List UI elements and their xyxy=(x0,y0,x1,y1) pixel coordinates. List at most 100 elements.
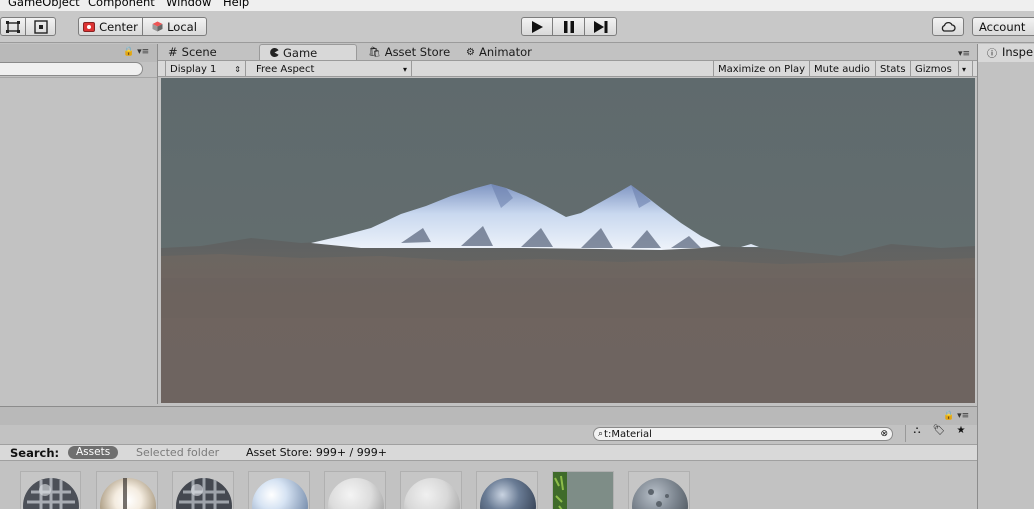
toolbar-spacer xyxy=(158,61,166,77)
transform-icon xyxy=(33,19,48,34)
aspect-dropdown[interactable]: Free Aspect ▾ xyxy=(252,61,412,77)
mute-audio-toggle[interactable]: Mute audio xyxy=(810,61,876,77)
white-sphere-icon xyxy=(328,478,384,509)
cube-icon xyxy=(152,21,163,32)
play-icon xyxy=(532,20,543,33)
transform-tool-button[interactable] xyxy=(26,17,56,36)
rock-sphere-icon xyxy=(632,478,688,509)
tab-animator[interactable]: ⚙ Animator xyxy=(466,44,532,60)
game-viewport[interactable] xyxy=(161,78,975,403)
rect-tool-button[interactable] xyxy=(0,17,26,36)
hierarchy-panel: 🔒 ▾≡ xyxy=(0,44,157,404)
clear-search-icon[interactable]: ⊗ xyxy=(880,429,888,439)
gizmos-label: Gizmos xyxy=(915,63,952,75)
tab-asset-store[interactable]: 🛍 Asset Store xyxy=(368,44,450,60)
hierarchy-lock-icon[interactable]: 🔒 ▾≡ xyxy=(123,47,149,57)
tab-asset-store-label: Asset Store xyxy=(384,45,451,59)
material-thumbnail[interactable] xyxy=(400,471,462,509)
material-grid xyxy=(0,461,977,509)
step-button[interactable] xyxy=(585,17,617,36)
project-panel: 🔒 ▾≡ ⌕ t:Material ⊗ ⛬ 🏷 ★ Search: Assets… xyxy=(0,406,977,509)
grid-icon: # xyxy=(168,45,178,59)
scope-assets-button[interactable]: Assets xyxy=(68,446,119,459)
inspector-tab-label: Inspe xyxy=(1002,45,1034,59)
hierarchy-list[interactable] xyxy=(0,77,157,404)
menu-window[interactable]: Window xyxy=(166,0,211,9)
pause-button[interactable] xyxy=(553,17,585,36)
search-scope-bar: Search: Assets Selected folder Asset Sto… xyxy=(0,444,977,461)
gizmos-dropdown[interactable]: ▾ xyxy=(959,61,973,77)
scope-selected-folder-button[interactable]: Selected folder xyxy=(136,446,219,459)
bag-icon: 🛍 xyxy=(368,46,381,58)
material-thumbnail[interactable] xyxy=(628,471,690,509)
chevron-down-icon: ▾ xyxy=(402,64,407,74)
tab-game-label: Game xyxy=(283,45,318,60)
highlight-sphere-icon xyxy=(100,478,156,509)
rect-transform-icon xyxy=(6,20,20,33)
project-lock-icon[interactable]: 🔒 ▾≡ xyxy=(943,411,969,421)
account-button[interactable]: Account xyxy=(972,17,1034,36)
menu-gameobject[interactable]: GameObject xyxy=(8,0,80,9)
material-thumbnail[interactable] xyxy=(476,471,538,509)
maximize-label: Maximize on Play xyxy=(718,63,806,75)
metal-sphere-icon xyxy=(23,478,79,509)
step-icon xyxy=(593,20,607,33)
tab-animator-label: Animator xyxy=(478,45,532,59)
menu-component[interactable]: Component xyxy=(88,0,155,9)
hierarchy-header: 🔒 ▾≡ xyxy=(0,44,157,62)
project-filter-buttons: ⛬ 🏷 ★ xyxy=(905,425,973,442)
menu-help[interactable]: Help xyxy=(223,0,249,9)
dark-blue-sphere-icon xyxy=(480,478,536,509)
inspector-panel: ⓘ Inspe xyxy=(977,44,1034,509)
menu-bar: GameObject Component Window Help xyxy=(0,0,1034,11)
aspect-label: Free Aspect xyxy=(256,63,315,75)
mountain-scene xyxy=(161,78,975,403)
game-view-menu-icon[interactable]: ▾≡ xyxy=(958,49,970,59)
stats-toggle[interactable]: Stats xyxy=(876,61,911,77)
favorite-star-icon[interactable]: ★ xyxy=(950,425,972,442)
project-search-value: t:Material xyxy=(604,428,652,440)
cloud-icon xyxy=(941,21,956,32)
material-thumbnail[interactable] xyxy=(552,471,614,509)
pivot-label: Center xyxy=(99,19,138,34)
scope-asset-store-button[interactable]: Asset Store: 999+ / 999+ xyxy=(246,446,387,459)
display-label: Display 1 xyxy=(170,63,217,75)
play-button[interactable] xyxy=(521,17,553,36)
pause-icon xyxy=(563,20,574,33)
tab-game[interactable]: Game xyxy=(259,44,357,60)
updown-icon: ⇕ xyxy=(234,64,241,74)
info-icon: ⓘ xyxy=(987,49,997,60)
filter-type-icon[interactable]: ⛬ xyxy=(906,425,928,442)
maximize-on-play-toggle[interactable]: Maximize on Play xyxy=(713,61,810,77)
tab-scene[interactable]: # Scene xyxy=(168,44,217,60)
white-sphere-icon xyxy=(404,478,460,509)
rotation-local-button[interactable]: Local xyxy=(143,17,207,36)
metal-sphere-icon xyxy=(176,478,232,509)
stats-label: Stats xyxy=(880,63,906,75)
hierarchy-search-input[interactable] xyxy=(0,62,143,76)
mute-label: Mute audio xyxy=(814,63,870,75)
project-search-input[interactable]: ⌕ t:Material ⊗ xyxy=(593,427,893,441)
material-thumbnail[interactable] xyxy=(20,471,81,509)
material-thumbnail[interactable] xyxy=(172,471,234,509)
chevron-down-icon: ▾ xyxy=(962,64,967,74)
display-dropdown[interactable]: Display 1 ⇕ xyxy=(166,61,246,77)
game-toolbar: Display 1 ⇕ Free Aspect ▾ Maximize on Pl… xyxy=(158,60,977,77)
material-thumbnail[interactable] xyxy=(248,471,310,509)
gizmos-toggle[interactable]: Gizmos xyxy=(911,61,959,77)
pacman-icon xyxy=(270,48,279,57)
pivot-center-button[interactable]: Center xyxy=(78,17,143,36)
account-label: Account xyxy=(979,19,1026,34)
filter-label-icon[interactable]: 🏷 xyxy=(928,425,950,442)
game-view-panel: # Scene Game 🛍 Asset Store ⚙ Animator ▾≡… xyxy=(157,44,977,404)
cloud-button[interactable] xyxy=(932,17,964,36)
tab-inspector[interactable]: ⓘ Inspe xyxy=(978,44,1034,62)
project-header: 🔒 ▾≡ xyxy=(0,407,977,425)
material-thumbnail[interactable] xyxy=(96,471,158,509)
search-label: Search: xyxy=(10,446,60,460)
rotation-label: Local xyxy=(167,19,197,34)
tab-scene-label: Scene xyxy=(181,45,217,59)
grass-texture-icon xyxy=(553,472,613,509)
material-thumbnail[interactable] xyxy=(324,471,386,509)
pivot-icon xyxy=(83,21,96,32)
